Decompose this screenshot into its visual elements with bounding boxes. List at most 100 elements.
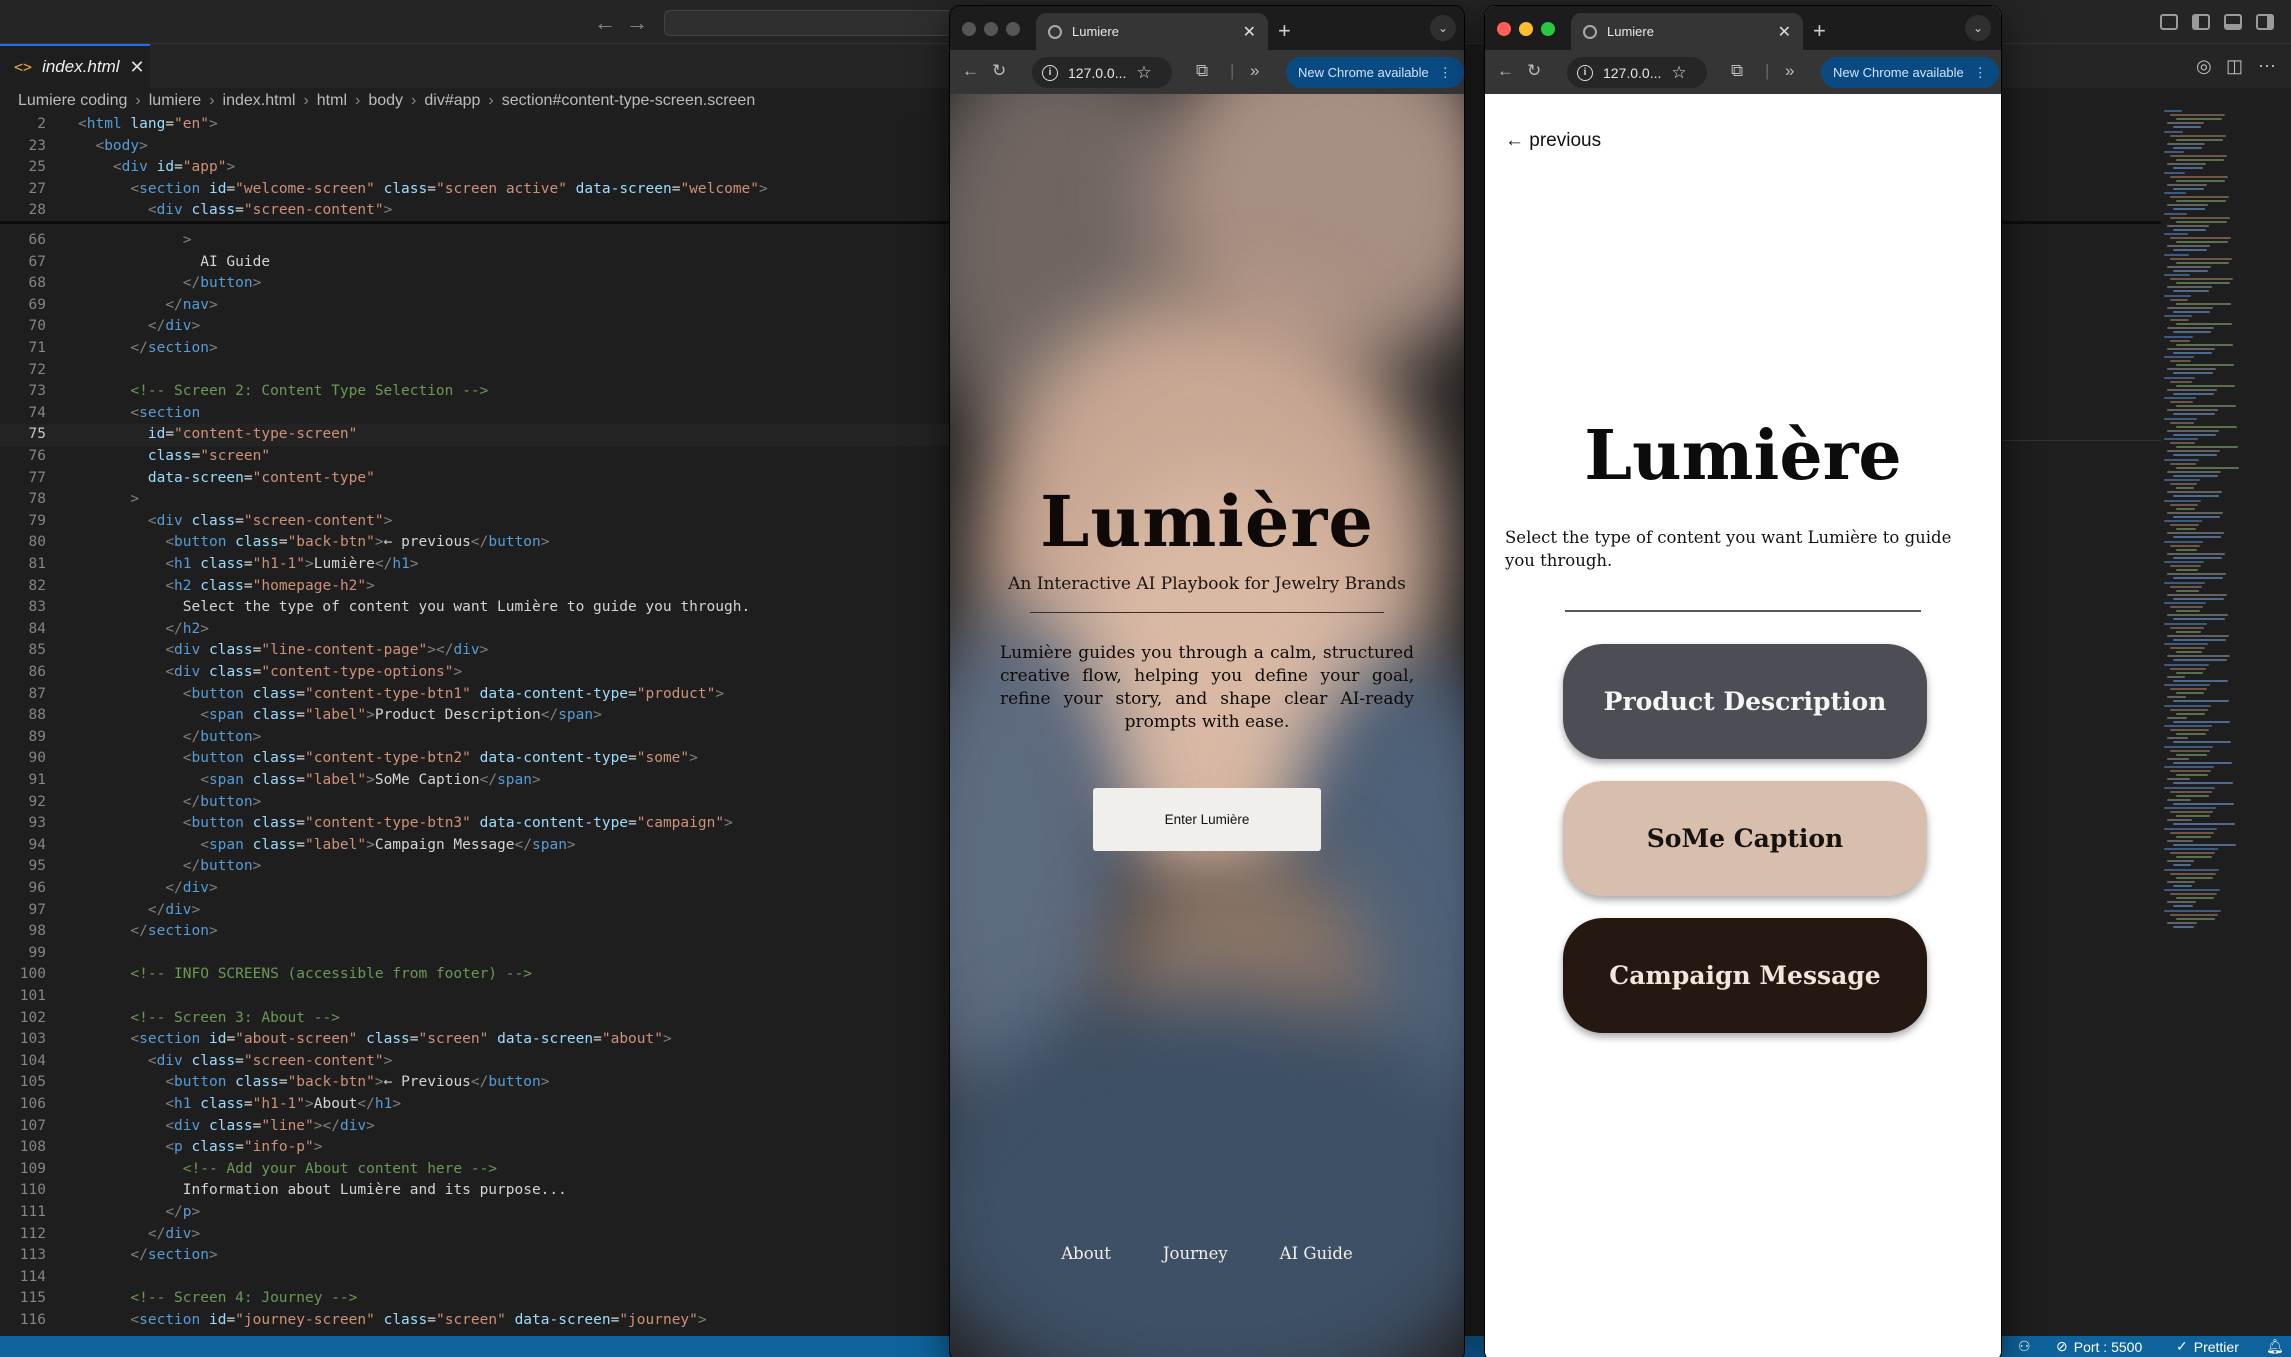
code-line[interactable]: 111 </p> — [0, 1202, 960, 1224]
code-line[interactable]: 87 <button class="content-type-btn1" dat… — [0, 684, 960, 706]
breadcrumb-item[interactable]: lumiere — [149, 92, 201, 110]
code-line[interactable]: 100 <!-- INFO SCREENS (accessible from f… — [0, 964, 960, 986]
code-line[interactable]: 112 </div> — [0, 1224, 960, 1246]
code-line[interactable]: 116 <section id="journey-screen" class="… — [0, 1310, 960, 1332]
address-bar[interactable]: i 127.0.0... ☆ — [1032, 57, 1172, 88]
more-actions-icon[interactable]: ⋯ — [2258, 56, 2276, 77]
code-line[interactable]: 80 <button class="back-btn">← previous</… — [0, 532, 960, 554]
copilot-icon[interactable]: ◎ — [2196, 56, 2212, 77]
code-line[interactable]: 77 data-screen="content-type" — [0, 468, 960, 490]
bookmark-star-icon[interactable]: ☆ — [1671, 63, 1686, 83]
code-line[interactable]: 25 <div id="app"> — [0, 157, 960, 179]
code-line[interactable]: 23 <body> — [0, 136, 960, 158]
code-line[interactable]: 96 </div> — [0, 878, 960, 900]
code-line[interactable]: 76 class="screen" — [0, 446, 960, 468]
back-arrow-icon[interactable]: ← — [594, 10, 616, 36]
code-line[interactable]: 93 <button class="content-type-btn3" dat… — [0, 813, 960, 835]
info-icon[interactable]: i — [1042, 64, 1058, 81]
code-line[interactable]: 107 <div class="line"></div> — [0, 1116, 960, 1138]
product-description-button[interactable]: Product Description — [1563, 644, 1927, 759]
code-line[interactable]: 75 id="content-type-screen" — [0, 424, 960, 446]
footer-link-journey[interactable]: Journey — [1163, 1244, 1228, 1263]
code-line[interactable]: 97 </div> — [0, 900, 960, 922]
layout-panels-icon[interactable] — [2160, 14, 2178, 30]
code-line[interactable]: 104 <div class="screen-content"> — [0, 1051, 960, 1073]
extensions-icon[interactable]: ⧉ — [1731, 61, 1743, 81]
browser-tab[interactable]: Lumiere ✕ — [1571, 13, 1803, 50]
bookmark-star-icon[interactable]: ☆ — [1136, 63, 1151, 83]
breadcrumb-item[interactable]: section#content-type-screen.screen — [502, 92, 755, 110]
code-line[interactable]: 84 </h2> — [0, 619, 960, 641]
close-window-button[interactable] — [962, 22, 976, 36]
command-center-search[interactable] — [664, 10, 954, 36]
toggle-panel-icon[interactable] — [2224, 14, 2242, 30]
minimize-window-button[interactable] — [1519, 22, 1533, 36]
code-line[interactable]: 110 Information about Lumière and its pu… — [0, 1180, 960, 1202]
update-chrome-button[interactable]: New Chrome available ⋮ — [1286, 57, 1464, 88]
code-line[interactable]: 73 <!-- Screen 2: Content Type Selection… — [0, 381, 960, 403]
code-line[interactable]: 27 <section id="welcome-screen" class="s… — [0, 179, 960, 201]
footer-link-ai-guide[interactable]: AI Guide — [1280, 1244, 1353, 1263]
code-line[interactable]: 83 Select the type of content you want L… — [0, 597, 960, 619]
code-line[interactable]: 105 <button class="back-btn">← Previous<… — [0, 1072, 960, 1094]
code-line[interactable]: 98 </section> — [0, 921, 960, 943]
split-editor-icon[interactable]: ◫ — [2226, 56, 2243, 77]
code-line[interactable]: 67 AI Guide — [0, 252, 960, 274]
code-line[interactable]: 106 <h1 class="h1-1">About</h1> — [0, 1094, 960, 1116]
code-line[interactable]: 89 </button> — [0, 727, 960, 749]
footer-link-about[interactable]: About — [1061, 1244, 1111, 1263]
tab-index-html[interactable]: <> index.html ✕ — [0, 44, 150, 88]
copilot-status-icon[interactable]: ⚇ — [2018, 1338, 2031, 1355]
code-line[interactable]: 86 <div class="content-type-options"> — [0, 662, 960, 684]
breadcrumb-item[interactable]: index.html — [223, 92, 296, 110]
campaign-message-button[interactable]: Campaign Message — [1563, 918, 1927, 1033]
code-line[interactable]: 91 <span class="label">SoMe Caption</spa… — [0, 770, 960, 792]
maximize-window-button[interactable] — [1541, 22, 1555, 36]
code-line[interactable]: 115 <!-- Screen 4: Journey --> — [0, 1288, 960, 1310]
breadcrumb-item[interactable]: div#app — [424, 92, 480, 110]
code-line[interactable]: 103 <section id="about-screen" class="sc… — [0, 1029, 960, 1051]
code-line[interactable]: 108 <p class="info-p"> — [0, 1137, 960, 1159]
some-caption-button[interactable]: SoMe Caption — [1563, 781, 1927, 896]
toggle-sidebar-icon[interactable] — [2192, 14, 2210, 30]
code-line[interactable]: 70 </div> — [0, 316, 960, 338]
browser-tab[interactable]: Lumiere ✕ — [1036, 13, 1268, 50]
code-line[interactable]: 113 </section> — [0, 1245, 960, 1267]
toggle-secondary-sidebar-icon[interactable] — [2256, 14, 2274, 30]
minimap[interactable] — [2160, 110, 2250, 930]
code-line[interactable]: 114 — [0, 1267, 960, 1289]
extensions-icon[interactable]: ⧉ — [1196, 61, 1208, 81]
notifications-bell-icon[interactable]: 🔔︎ — [2266, 1338, 2284, 1355]
info-icon[interactable]: i — [1577, 64, 1593, 81]
minimize-window-button[interactable] — [984, 22, 998, 36]
address-bar[interactable]: i 127.0.0... ☆ — [1567, 57, 1707, 88]
code-line[interactable]: 95 </button> — [0, 856, 960, 878]
previous-button[interactable]: ← previous — [1505, 130, 1601, 152]
code-line[interactable]: 74 <section — [0, 403, 960, 425]
code-line[interactable]: 79 <div class="screen-content"> — [0, 511, 960, 533]
code-line[interactable]: 109 <!-- Add your About content here --> — [0, 1159, 960, 1181]
more-tools-chevron-icon[interactable]: » — [1785, 61, 1794, 81]
back-arrow-icon[interactable]: ← — [962, 61, 979, 81]
update-chrome-button[interactable]: New Chrome available ⋮ — [1821, 57, 1999, 88]
code-line[interactable]: 82 <h2 class="homepage-h2"> — [0, 576, 960, 598]
code-line[interactable]: 68 </button> — [0, 273, 960, 295]
code-line[interactable]: 88 <span class="label">Product Descripti… — [0, 705, 960, 727]
code-line[interactable]: 94 <span class="label">Campaign Message<… — [0, 835, 960, 857]
breadcrumb-item[interactable]: body — [368, 92, 403, 110]
breadcrumb-item[interactable]: html — [317, 92, 347, 110]
close-icon[interactable]: ✕ — [1243, 22, 1256, 42]
live-server-port[interactable]: ⊘ Port : 5500 — [2056, 1338, 2142, 1355]
prettier-status[interactable]: ✓ Prettier — [2176, 1338, 2239, 1355]
reload-icon[interactable]: ↻ — [1527, 61, 1541, 81]
enter-lumiere-button[interactable]: Enter Lumière — [1093, 788, 1321, 851]
forward-arrow-icon[interactable]: → — [626, 10, 648, 36]
code-line[interactable]: 69 </nav> — [0, 295, 960, 317]
code-line[interactable]: 92 </button> — [0, 792, 960, 814]
tab-search-chevron-icon[interactable]: ⌄ — [1965, 15, 1991, 41]
breadcrumb-item[interactable]: Lumiere coding — [18, 92, 127, 110]
maximize-window-button[interactable] — [1006, 22, 1020, 36]
close-icon[interactable]: ✕ — [130, 57, 145, 78]
tab-search-chevron-icon[interactable]: ⌄ — [1430, 15, 1456, 41]
back-arrow-icon[interactable]: ← — [1497, 61, 1514, 81]
